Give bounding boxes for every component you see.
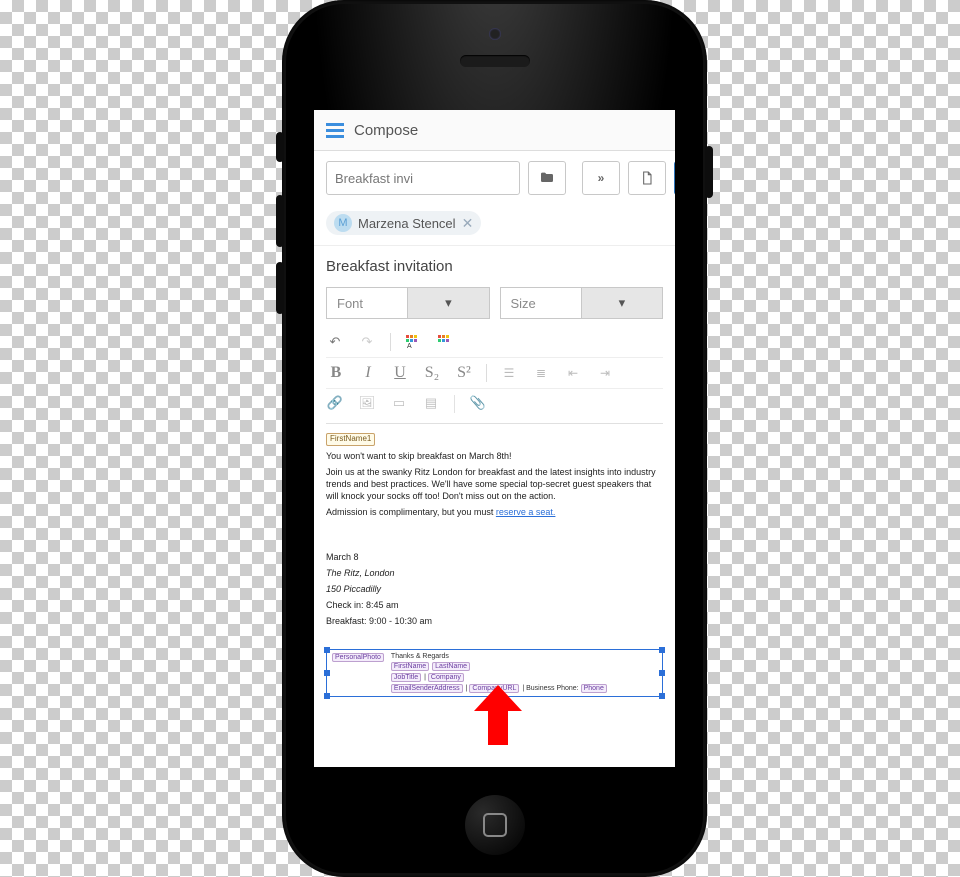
token-phone[interactable]: Phone [581,684,607,693]
menu-icon[interactable] [326,123,344,138]
text-color-button[interactable]: A [405,334,423,350]
body-line-3: Admission is complimentary, but you must… [326,506,663,518]
token-company-url[interactable]: CompanyURL [469,684,519,693]
email-body-editor[interactable]: FirstName1 You won't want to skip breakf… [314,432,675,641]
subject-preview-input[interactable] [326,161,520,195]
indent-button[interactable]: ⇥ [595,366,615,381]
event-venue: The Ritz, London [326,567,663,579]
token-job-title[interactable]: JobTitle [391,673,421,682]
outdent-button[interactable]: ⇤ [563,366,583,381]
document-icon [639,170,655,186]
send-button[interactable] [674,161,675,195]
image-button[interactable]: 🖼 [358,395,376,413]
font-select-label: Font [327,296,407,311]
home-button[interactable] [465,795,525,855]
superscript-button[interactable]: S² [454,364,474,382]
event-date: March 8 [326,551,663,563]
font-select[interactable]: Font ▾ [326,287,490,319]
power-button [705,146,713,198]
remove-recipient-icon[interactable]: ✕ [462,215,474,232]
token-personal-photo[interactable]: PersonalPhoto [332,653,384,662]
resize-handle[interactable] [659,693,665,699]
event-address: 150 Piccadilly [326,583,663,595]
front-camera [489,28,501,40]
event-breakfast: Breakfast: 9:00 - 10:30 am [326,615,663,627]
signature-block[interactable]: PersonalPhoto Thanks & Regards FirstName… [326,649,663,697]
chevron-down-icon: ▾ [581,288,662,318]
chevron-down-icon: ▾ [407,288,488,318]
svg-text:A: A [407,343,412,350]
resize-handle[interactable] [659,647,665,653]
volume-down-button [276,262,284,314]
recipient-name: Marzena Stencel [358,216,456,231]
resize-handle[interactable] [324,670,330,676]
more-button[interactable]: » [582,161,620,195]
token-last-name[interactable]: LastName [432,662,470,671]
recipient-chip[interactable]: M Marzena Stencel ✕ [326,211,481,235]
size-select[interactable]: Size ▾ [500,287,664,319]
resize-handle[interactable] [324,693,330,699]
phone-frame: Compose » M Marzena Stencel ✕ [282,0,707,877]
recipients-field[interactable]: M Marzena Stencel ✕ [314,205,675,246]
reserve-seat-link[interactable]: reserve a seat. [496,507,556,517]
body-line-2: Join us at the swanky Ritz London for br… [326,466,663,502]
size-select-label: Size [501,296,581,311]
avatar: M [334,214,352,232]
merge-token-firstname[interactable]: FirstName1 [326,433,375,446]
mute-switch [276,132,284,162]
redo-button[interactable]: ↷ [358,334,376,350]
underline-button[interactable]: U [390,364,410,382]
highlight-color-button[interactable] [437,334,455,350]
event-checkin: Check in: 8:45 am [326,599,663,611]
compose-toolbar: » [314,151,675,205]
folder-button[interactable] [528,161,566,195]
folder-icon [539,170,555,186]
app-header: Compose [314,110,675,151]
app-screen: Compose » M Marzena Stencel ✕ [314,110,675,767]
token-first-name[interactable]: FirstName [391,662,429,671]
page-title: Compose [354,122,418,139]
volume-up-button [276,195,284,247]
biz-phone-label: Business Phone: [526,685,579,692]
undo-button[interactable]: ↶ [326,334,344,350]
attachment-button[interactable]: 📎 [469,395,487,413]
body-line-1: You won't want to skip breakfast on Marc… [326,450,663,462]
signature-greeting: Thanks & Regards [388,652,611,661]
resize-handle[interactable] [659,670,665,676]
table-button[interactable]: ▤ [422,395,440,413]
editor-toolbar: Font ▾ Size ▾ ↶ ↷ A B [314,279,675,424]
earpiece-speaker [460,55,530,67]
subscript-button[interactable]: S₂ [422,364,442,382]
token-company[interactable]: Company [428,673,464,682]
subject-line[interactable]: Breakfast invitation [314,246,675,279]
save-draft-button[interactable] [628,161,666,195]
ordered-list-button[interactable]: ☰ [499,366,519,381]
insert-block-button[interactable]: ▭ [390,395,408,413]
token-email[interactable]: EmailSenderAddress [391,684,463,693]
bold-button[interactable]: B [326,364,346,382]
resize-handle[interactable] [324,647,330,653]
italic-button[interactable]: I [358,364,378,382]
link-button[interactable]: 🔗 [326,395,344,413]
unordered-list-button[interactable]: ≣ [531,366,551,381]
